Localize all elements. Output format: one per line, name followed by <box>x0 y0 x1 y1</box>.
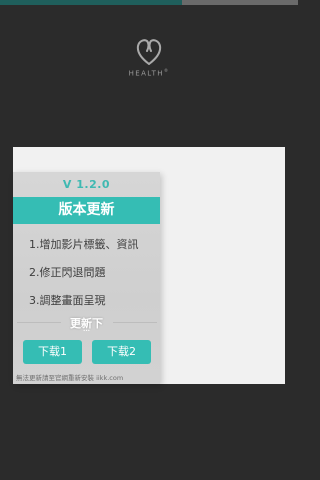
download-2-button[interactable]: 下载2 <box>92 340 151 364</box>
change-item: 2.修正閃退問題 <box>29 266 106 279</box>
health-logo: HEALTH® <box>0 38 298 77</box>
download-1-button[interactable]: 下载1 <box>23 340 82 364</box>
top-progress-track <box>0 0 298 5</box>
dialog-title: 版本更新 <box>13 197 160 224</box>
change-item: 3.調整畫面呈現 <box>29 294 106 307</box>
version-label: V 1.2.0 <box>62 178 111 191</box>
logo-text: HEALTH® <box>128 68 170 78</box>
update-dots: ••• <box>82 328 91 333</box>
update-divider: 更新下 ••• <box>13 313 160 333</box>
top-progress-fill <box>0 0 182 5</box>
change-item: 1.增加影片標籤、資訊 <box>29 238 139 251</box>
update-dialog: V 1.2.0 版本更新 1.增加影片標籤、資訊 2.修正閃退問題 3.調整畫面… <box>13 172 160 384</box>
heart-drop-icon <box>136 39 162 65</box>
footer-note: 無法更新請至官網重新安裝 iikk.com <box>16 374 124 382</box>
